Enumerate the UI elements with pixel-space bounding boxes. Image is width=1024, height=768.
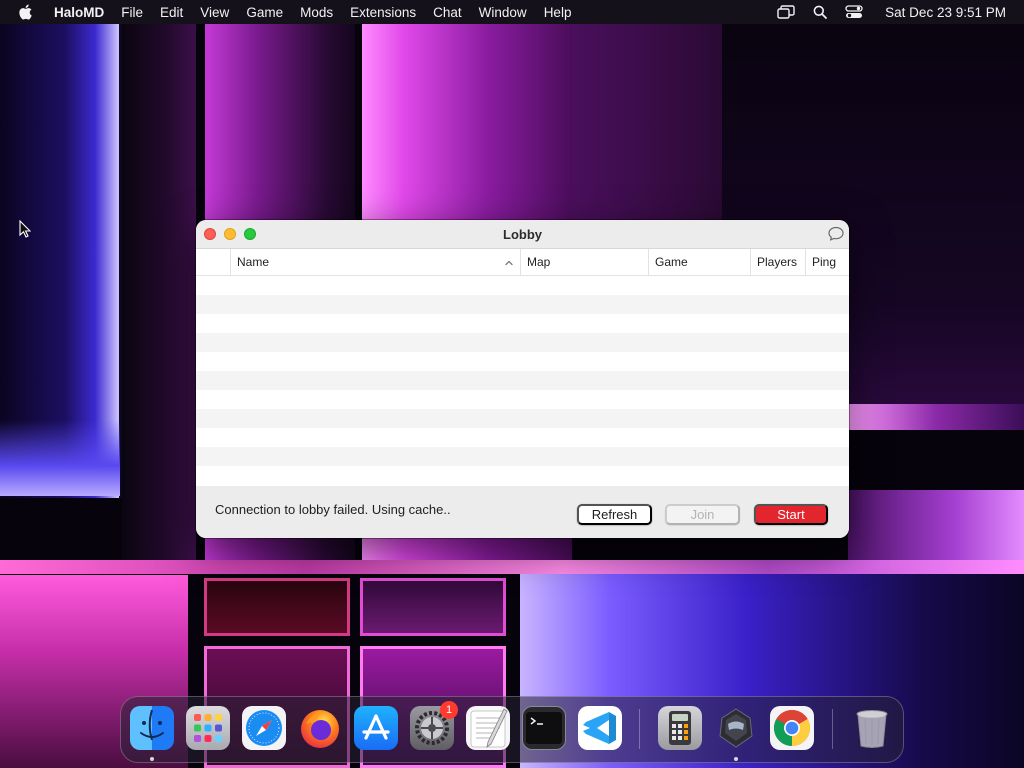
mouse-pointer-icon [19, 219, 32, 238]
menu-bar-status-area: Sat Dec 23 9:51 PM [777, 0, 1006, 24]
table-body [196, 276, 849, 485]
menu-window[interactable]: Window [479, 5, 527, 20]
menu-bar: HaloMD File Edit View Game Mods Extensio… [0, 0, 1024, 24]
column-header-ping[interactable]: Ping [805, 248, 849, 276]
column-header-label: Name [237, 255, 270, 269]
column-header-game[interactable]: Game [648, 248, 750, 276]
menu-help[interactable]: Help [544, 5, 572, 20]
table-row[interactable] [196, 409, 849, 428]
control-center-icon[interactable] [845, 4, 863, 20]
firefox-icon[interactable] [298, 706, 342, 750]
wallpaper-panel [572, 24, 722, 220]
wallpaper-panel [204, 578, 350, 636]
column-header-label: Players [757, 255, 798, 269]
table-row[interactable] [196, 352, 849, 371]
trash-icon[interactable] [850, 706, 894, 750]
table-row[interactable] [196, 428, 849, 447]
menu-extensions[interactable]: Extensions [350, 5, 416, 20]
menu-edit[interactable]: Edit [160, 5, 183, 20]
dock-separator [832, 709, 833, 749]
vscode-icon[interactable] [578, 706, 622, 750]
window-footer: Connection to lobby failed. Using cache.… [196, 486, 849, 538]
column-header-name[interactable]: Name [230, 248, 520, 276]
wallpaper-panel [360, 578, 506, 636]
table-header: Name Map Game Players Ping [196, 248, 849, 276]
connection-status-message: Connection to lobby failed. Using cache.… [215, 502, 451, 517]
terminal-icon[interactable] [522, 706, 566, 750]
menu-app-name[interactable]: HaloMD [54, 5, 104, 20]
wallpaper-panel [0, 560, 1024, 574]
chat-bubble-icon[interactable] [827, 225, 845, 243]
menu-file[interactable]: File [121, 5, 143, 20]
running-indicator [150, 757, 154, 761]
menu-mods[interactable]: Mods [300, 5, 333, 20]
system-settings-icon[interactable]: 1 [410, 701, 458, 750]
notification-badge: 1 [440, 701, 458, 719]
menu-game[interactable]: Game [246, 5, 283, 20]
launchpad-icon[interactable] [186, 706, 230, 750]
join-button: Join [665, 504, 740, 525]
column-header-map[interactable]: Map [520, 248, 648, 276]
finder-icon[interactable] [130, 706, 174, 761]
column-header-label: Map [527, 255, 551, 269]
zoom-window-button[interactable] [244, 228, 256, 240]
table-row[interactable] [196, 371, 849, 390]
window-title-bar[interactable]: Lobby [196, 220, 849, 248]
window-title: Lobby [503, 226, 542, 242]
column-header-players[interactable]: Players [750, 248, 805, 276]
spotlight-search-icon[interactable] [811, 4, 829, 20]
table-row[interactable] [196, 447, 849, 466]
calculator-icon[interactable] [658, 706, 702, 750]
table-row[interactable] [196, 466, 849, 485]
close-window-button[interactable] [204, 228, 216, 240]
screen-mirroring-icon[interactable] [777, 4, 795, 20]
wallpaper-panel [848, 490, 1024, 562]
app-store-icon[interactable] [354, 706, 398, 750]
table-row[interactable] [196, 314, 849, 333]
table-row[interactable] [196, 390, 849, 409]
dock-separator [639, 709, 640, 749]
window-controls [204, 228, 256, 240]
safari-icon[interactable] [242, 706, 286, 750]
minimize-window-button[interactable] [224, 228, 236, 240]
table-row[interactable] [196, 295, 849, 314]
table-row[interactable] [196, 276, 849, 295]
textedit-icon[interactable] [466, 706, 510, 750]
dock: 1 [120, 696, 904, 763]
halomd-icon[interactable] [714, 706, 758, 761]
wallpaper-panel [848, 404, 1024, 430]
menu-bar-clock[interactable]: Sat Dec 23 9:51 PM [885, 5, 1006, 20]
refresh-button[interactable]: Refresh [577, 504, 652, 525]
table-row[interactable] [196, 333, 849, 352]
column-header-spacer [196, 249, 230, 276]
sort-ascending-icon [504, 257, 514, 267]
column-header-label: Game [655, 255, 688, 269]
wallpaper-panel [0, 420, 120, 496]
start-button[interactable]: Start [754, 504, 828, 525]
menu-chat[interactable]: Chat [433, 5, 462, 20]
menu-view[interactable]: View [200, 5, 229, 20]
apple-icon[interactable] [18, 4, 34, 20]
wallpaper-panel [122, 24, 196, 560]
chrome-icon[interactable] [770, 706, 814, 750]
servers-table[interactable]: Name Map Game Players Ping [196, 248, 849, 486]
column-header-label: Ping [812, 255, 837, 269]
lobby-window: Lobby Name Map Game Players Ping Connect… [196, 220, 849, 538]
running-indicator [734, 757, 738, 761]
